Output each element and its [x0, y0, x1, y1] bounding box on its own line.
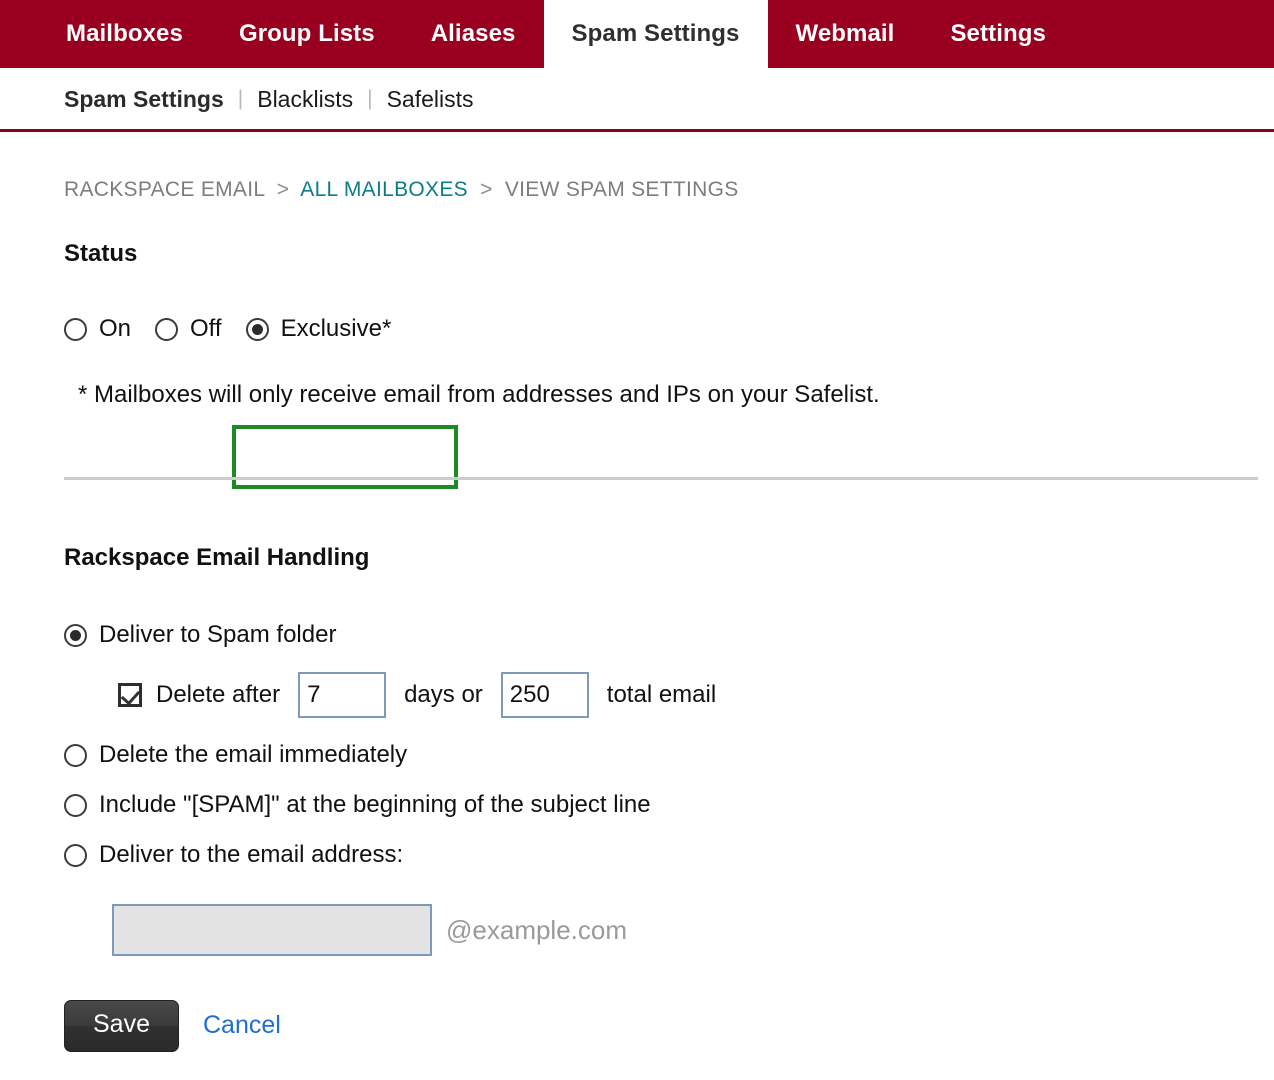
radio-delete-immediately-icon[interactable] [64, 744, 87, 767]
nav-left-spacer [0, 0, 38, 68]
subnav-separator-1: | [238, 87, 243, 111]
status-option-off[interactable]: Off [155, 315, 222, 343]
delete-after-days-input[interactable] [298, 672, 386, 718]
radio-deliver-to-spam-folder-icon[interactable] [64, 624, 87, 647]
nav-tab-aliases-label: Aliases [431, 20, 516, 48]
save-button[interactable]: Save [64, 1000, 179, 1052]
breadcrumb-separator-2: > [480, 178, 493, 201]
status-section-title: Status [64, 240, 137, 268]
nav-tab-spam-settings-label: Spam Settings [572, 20, 740, 48]
handling-option-deliver-to-address[interactable]: Deliver to the email address: [64, 830, 716, 880]
form-actions: Save Cancel [64, 1000, 281, 1052]
status-footnote: * Mailboxes will only receive email from… [78, 381, 880, 409]
handling-option-delete-immediately-label: Delete the email immediately [99, 741, 407, 769]
forward-email-domain-suffix: @example.com [446, 915, 627, 946]
forward-email-row: @example.com [112, 902, 716, 958]
handling-option-include-spam-subject-label: Include "[SPAM]" at the beginning of the… [99, 791, 651, 819]
status-option-on[interactable]: On [64, 315, 131, 343]
handling-option-deliver-to-spam-folder-label: Deliver to Spam folder [99, 621, 336, 649]
breadcrumb: RACKSPACE EMAIL > ALL MAILBOXES > VIEW S… [64, 178, 739, 202]
cancel-link[interactable]: Cancel [203, 1011, 281, 1040]
subnav-separator-2: | [367, 87, 372, 111]
nav-tab-group-lists-label: Group Lists [239, 20, 375, 48]
section-divider-rule [64, 477, 1258, 480]
nav-tab-group-lists[interactable]: Group Lists [211, 0, 403, 68]
nav-tab-mailboxes[interactable]: Mailboxes [38, 0, 211, 68]
nav-tab-aliases[interactable]: Aliases [403, 0, 544, 68]
status-option-exclusive[interactable]: Exclusive* [246, 315, 392, 343]
forward-email-input[interactable] [112, 904, 432, 956]
radio-deliver-to-address-icon[interactable] [64, 844, 87, 867]
handling-option-delete-immediately[interactable]: Delete the email immediately [64, 730, 716, 780]
delete-after-total-input[interactable] [501, 672, 589, 718]
nav-tab-settings-label: Settings [950, 20, 1045, 48]
subnav-item-blacklists[interactable]: Blacklists [257, 86, 353, 113]
nav-tab-webmail-label: Webmail [796, 20, 895, 48]
status-option-off-label: Off [190, 315, 222, 343]
radio-include-spam-subject-icon[interactable] [64, 794, 87, 817]
handling-option-deliver-to-spam-folder[interactable]: Deliver to Spam folder [64, 610, 716, 660]
subnav-item-spam-settings[interactable]: Spam Settings [64, 86, 224, 113]
handling-option-deliver-to-address-label: Deliver to the email address: [99, 841, 403, 869]
radio-on-icon[interactable] [64, 318, 87, 341]
nav-tab-spam-settings[interactable]: Spam Settings [544, 0, 768, 68]
breadcrumb-item-all-mailboxes[interactable]: ALL MAILBOXES [300, 178, 468, 201]
delete-after-days-or-label: days or [404, 681, 483, 709]
radio-exclusive-icon[interactable] [246, 318, 269, 341]
handling-option-include-spam-subject[interactable]: Include "[SPAM]" at the beginning of the… [64, 780, 716, 830]
secondary-navigation: Spam Settings | Blacklists | Safelists [0, 68, 1274, 130]
status-option-exclusive-label: Exclusive* [281, 315, 392, 343]
delete-after-label: Delete after [156, 681, 280, 709]
status-option-on-label: On [99, 315, 131, 343]
radio-off-icon[interactable] [155, 318, 178, 341]
nav-tab-mailboxes-label: Mailboxes [66, 20, 183, 48]
breadcrumb-item-view-spam-settings: VIEW SPAM SETTINGS [505, 178, 739, 201]
subnav-item-safelists[interactable]: Safelists [387, 86, 474, 113]
breadcrumb-item-rackspace-email: RACKSPACE EMAIL [64, 178, 265, 201]
delete-after-row: Delete after days or total email [118, 664, 716, 726]
nav-tab-webmail[interactable]: Webmail [768, 0, 923, 68]
primary-navigation: Mailboxes Group Lists Aliases Spam Setti… [0, 0, 1274, 68]
handling-radio-group: Deliver to Spam folder Delete after days… [64, 610, 716, 958]
delete-after-checkbox[interactable] [118, 683, 142, 707]
handling-section-title: Rackspace Email Handling [64, 544, 369, 572]
breadcrumb-separator-1: > [277, 178, 290, 201]
status-radio-group: On Off Exclusive* [64, 297, 391, 361]
delete-after-total-email-label: total email [607, 681, 716, 709]
nav-tab-settings[interactable]: Settings [922, 0, 1073, 68]
header-divider-rule [0, 129, 1274, 132]
